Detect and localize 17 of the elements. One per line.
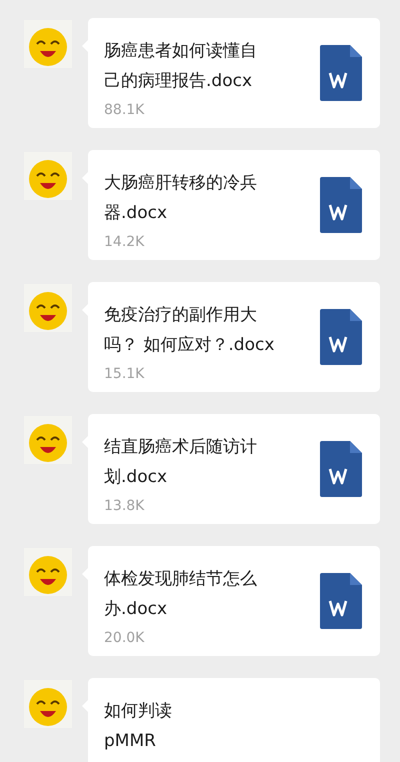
file-size: 15.1K	[104, 366, 146, 382]
file-name: 大肠癌肝转移的冷兵 器.docx	[104, 172, 257, 225]
smiley-avatar	[24, 152, 72, 200]
file-size: 14.2K	[104, 234, 146, 250]
file-size: 20.0K	[104, 630, 146, 646]
smiley-avatar	[24, 416, 72, 464]
smiley-avatar	[24, 548, 72, 596]
smiley-avatar	[24, 284, 72, 332]
file-name: 如何判读 pMMR	[104, 700, 172, 753]
smiley-avatar	[24, 20, 72, 68]
file-name: 结直肠癌术后随访计 划.docx	[104, 436, 257, 489]
file-name: 免疫治疗的副作用大 吗？ 如何应对？.docx	[104, 304, 274, 357]
file-size: 88.1K	[104, 102, 146, 118]
file-name: 肠癌患者如何读懂自 己的病理报告.docx	[104, 40, 257, 93]
file-size: 13.8K	[104, 498, 146, 514]
file-name: 体检发现肺结节怎么 办.docx	[104, 568, 257, 621]
smiley-avatar	[24, 680, 72, 728]
